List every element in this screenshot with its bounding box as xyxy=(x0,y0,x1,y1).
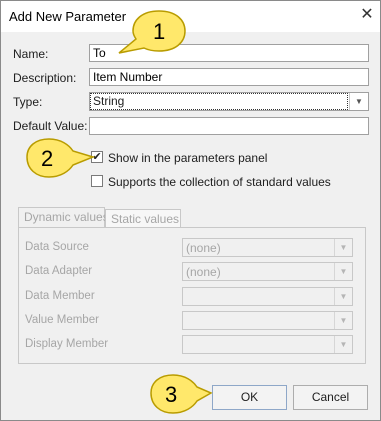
data-adapter-label: Data Adapter xyxy=(25,265,93,277)
display-member-select[interactable]: ▼ xyxy=(182,335,353,354)
default-value-label: Default Value: xyxy=(13,119,88,133)
tab-static-values[interactable]: Static values xyxy=(105,209,181,227)
cancel-button[interactable]: Cancel xyxy=(293,385,368,410)
add-parameter-dialog: Add New Parameter ✕ Name: To Description… xyxy=(0,0,381,421)
data-source-label: Data Source xyxy=(25,241,89,253)
type-select[interactable]: String ▼ xyxy=(89,92,369,111)
description-field[interactable]: Item Number xyxy=(89,68,369,86)
callout-2-badge: 2 xyxy=(26,138,96,178)
callout-3-number: 3 xyxy=(165,382,177,407)
data-member-label: Data Member xyxy=(25,290,95,302)
default-value-field[interactable] xyxy=(89,117,369,135)
data-source-select[interactable]: (none) ▼ xyxy=(182,238,353,257)
callout-1-number: 1 xyxy=(153,19,165,44)
chevron-down-icon[interactable]: ▼ xyxy=(334,263,352,280)
data-adapter-select[interactable]: (none) ▼ xyxy=(182,262,353,281)
title-bar: Add New Parameter ✕ xyxy=(1,1,380,32)
chevron-down-icon[interactable]: ▼ xyxy=(334,239,352,256)
tab-dynamic-values[interactable]: Dynamic values xyxy=(18,207,109,227)
callout-2: 2 xyxy=(23,137,96,182)
type-select-value: String xyxy=(90,93,348,110)
data-adapter-value: (none) xyxy=(186,265,221,279)
chevron-down-icon[interactable]: ▼ xyxy=(334,288,352,305)
chevron-down-icon[interactable]: ▼ xyxy=(334,312,352,329)
dialog-title: Add New Parameter xyxy=(9,9,127,24)
callout-2-number: 2 xyxy=(41,146,53,171)
name-label: Name: xyxy=(13,47,49,61)
type-label: Type: xyxy=(13,95,43,109)
value-member-select[interactable]: ▼ xyxy=(182,311,353,330)
standard-values-label: Supports the collection of standard valu… xyxy=(108,175,331,189)
close-icon[interactable]: ✕ xyxy=(357,5,377,25)
callout-3-badge: 3 xyxy=(150,374,213,414)
data-member-select[interactable]: ▼ xyxy=(182,287,353,306)
display-member-label: Display Member xyxy=(25,338,109,350)
ok-button[interactable]: OK xyxy=(212,385,287,410)
callout-1: 1 xyxy=(118,9,189,58)
show-panel-label: Show in the parameters panel xyxy=(108,151,268,165)
description-label: Description: xyxy=(13,71,77,85)
callout-1-badge: 1 xyxy=(118,10,186,54)
value-member-label: Value Member xyxy=(25,314,99,326)
chevron-down-icon[interactable]: ▼ xyxy=(334,336,352,353)
chevron-down-icon[interactable]: ▼ xyxy=(349,93,368,110)
data-source-value: (none) xyxy=(186,241,221,255)
callout-3: 3 xyxy=(147,373,213,418)
